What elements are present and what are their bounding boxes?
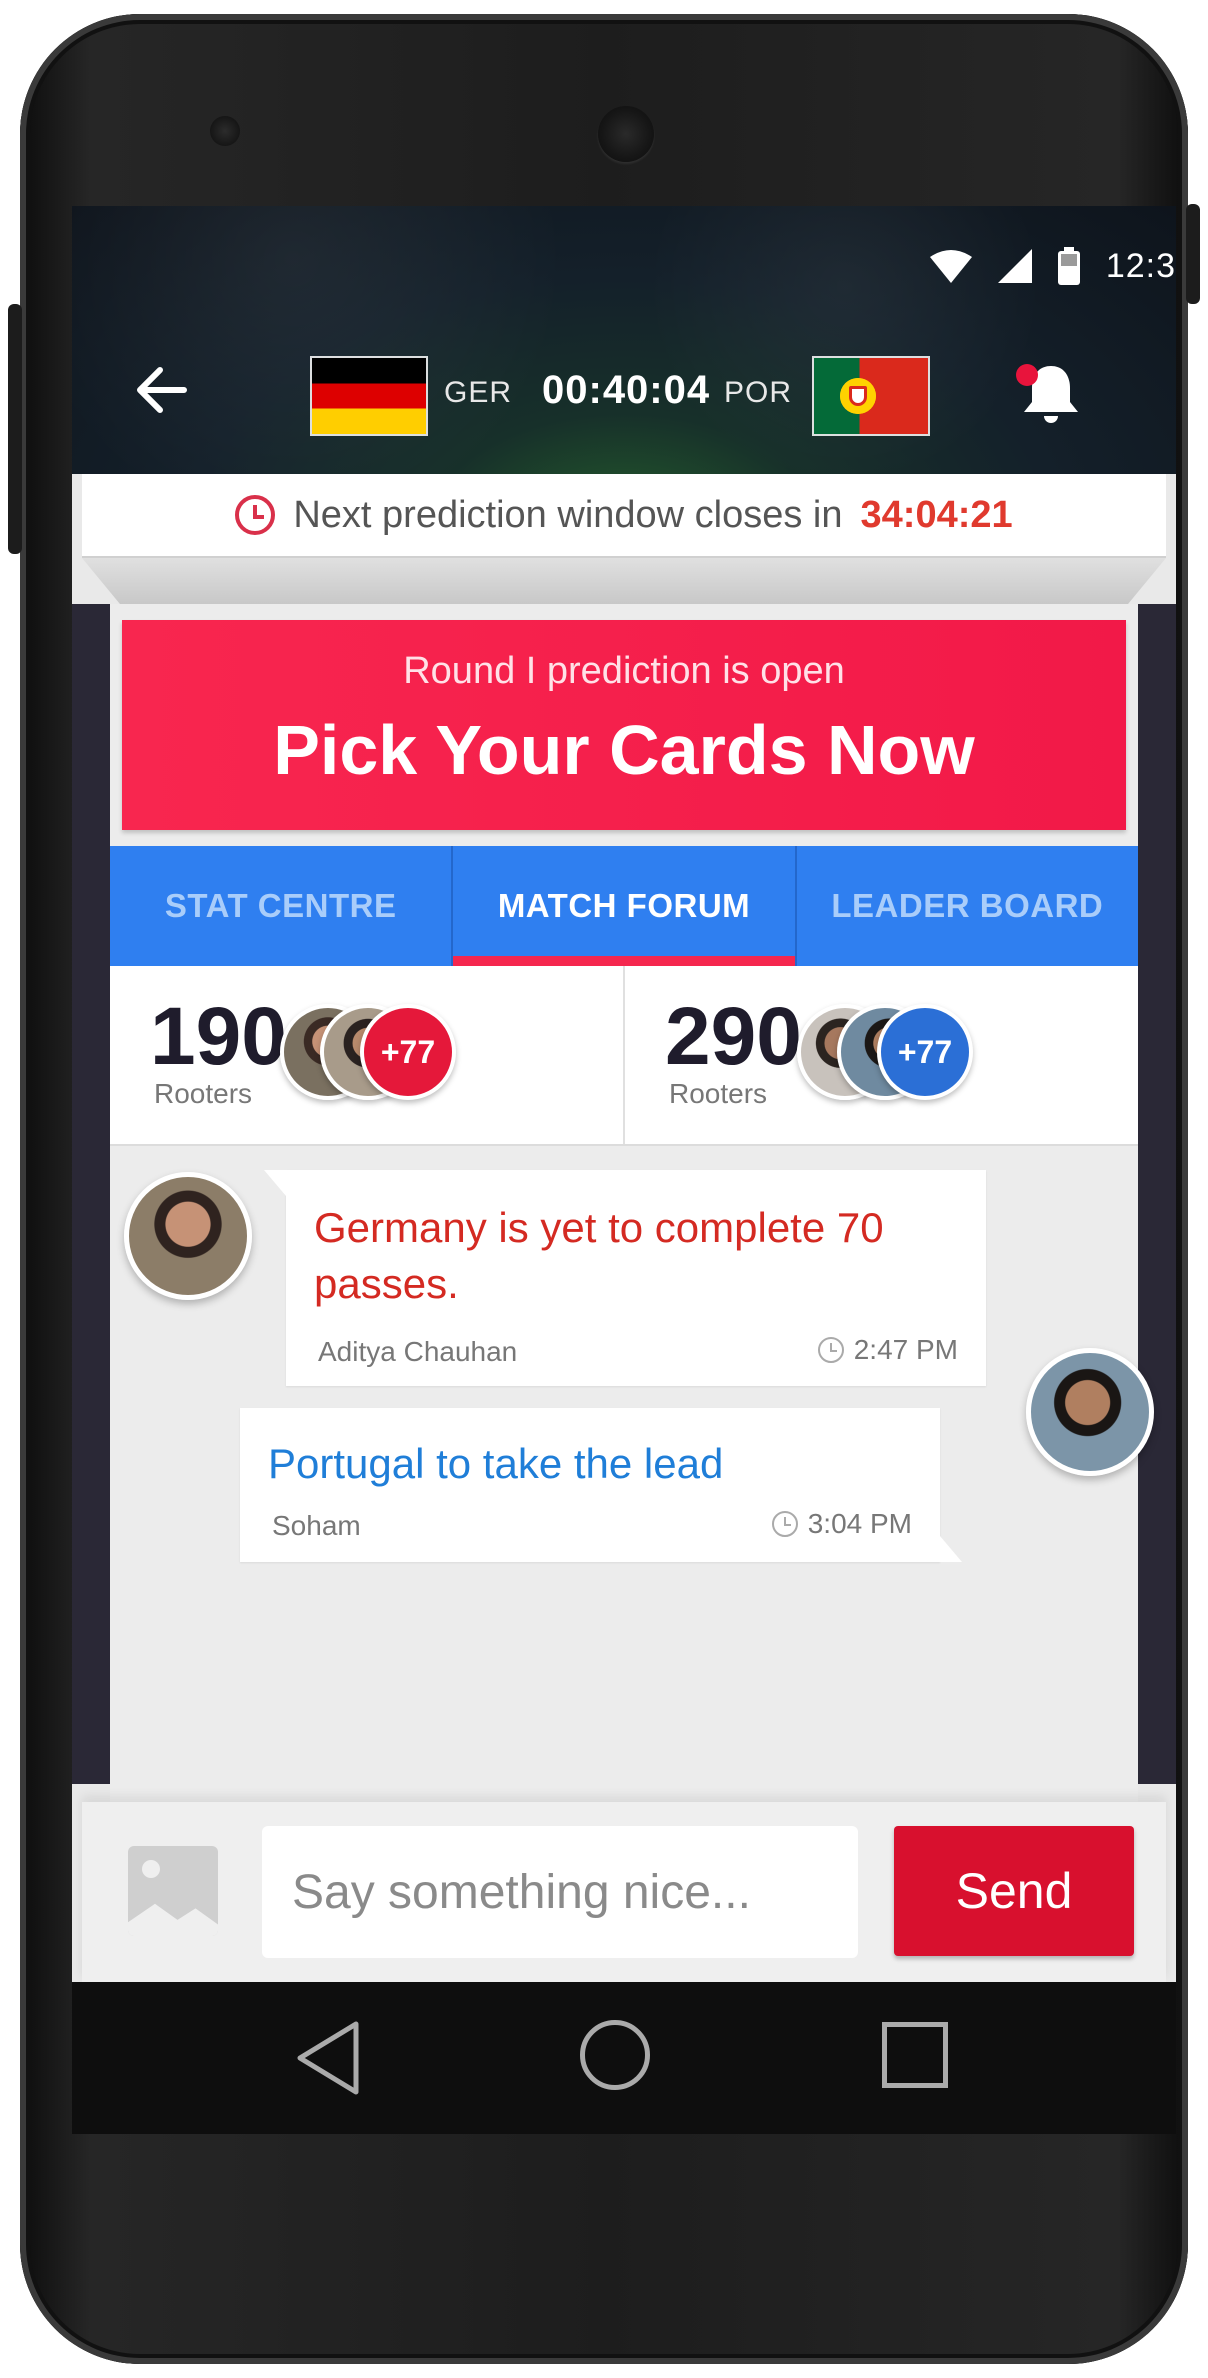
prediction-countdown: 34:04:21 <box>860 493 1013 536</box>
germany-flag <box>312 358 426 434</box>
banner-subtitle: Round I prediction is open <box>403 650 845 692</box>
back-arrow-icon[interactable] <box>130 358 194 422</box>
message-composer: Send <box>82 1802 1166 1982</box>
earpiece-speaker <box>598 106 654 162</box>
home-team-code: GER <box>444 376 513 409</box>
away-rooters-count: 290 <box>665 991 802 1082</box>
forum-panel: Round I prediction is open Pick Your Car… <box>110 604 1154 1804</box>
prediction-window-strip: Next prediction window closes in 34:04:2… <box>82 474 1166 556</box>
message-text: Portugal to take the lead <box>268 1440 724 1487</box>
away-rooters[interactable]: 290 Rooters +77 <box>623 966 1138 1144</box>
tab-bar: STAT CENTRE MATCH FORUM LEADER BOARD <box>110 846 1138 966</box>
nav-recents-icon[interactable] <box>882 2022 948 2088</box>
power-button <box>1186 204 1200 304</box>
volume-button <box>8 304 22 554</box>
image-icon[interactable] <box>128 1846 218 1936</box>
message-input[interactable] <box>262 1826 858 1958</box>
pick-cards-banner[interactable]: Round I prediction is open Pick Your Car… <box>122 620 1126 830</box>
message-time: 2:47 PM <box>853 1334 958 1365</box>
away-rooters-label: Rooters <box>669 1078 768 1109</box>
send-button[interactable]: Send <box>894 1826 1134 1956</box>
nav-home-icon[interactable] <box>580 2020 650 2090</box>
message-timestamp: 3:04 PM <box>771 1508 912 1540</box>
match-clock: 00:40:04 <box>542 368 711 412</box>
signal-icon <box>997 249 1032 283</box>
strip-ledge <box>82 558 1166 604</box>
more-rooters-badge: +77 <box>360 1004 456 1100</box>
match-header: 12:3 GER 00:40:04 POR <box>72 206 1176 474</box>
phone-frame: 12:3 GER 00:40:04 POR Next prediction wi… <box>8 14 1200 2364</box>
tab-match-forum[interactable]: MATCH FORUM <box>451 846 795 966</box>
chat-message: Germany is yet to complete 70 passes. Ad… <box>264 1170 986 1386</box>
away-team-code: POR <box>724 376 793 409</box>
home-rooters-label: Rooters <box>154 1078 253 1109</box>
side-gutter-left <box>72 604 110 1784</box>
home-rooters-count: 190 <box>150 991 287 1082</box>
message-time: 3:04 PM <box>807 1508 912 1539</box>
chat-message: Portugal to take the lead Soham 3:04 PM <box>240 1408 962 1562</box>
android-nav-bar <box>72 1982 1176 2134</box>
avatar[interactable] <box>1026 1348 1154 1476</box>
screen: 12:3 GER 00:40:04 POR Next prediction wi… <box>72 206 1176 2134</box>
more-rooters-badge: +77 <box>877 1004 973 1100</box>
nav-back-icon[interactable] <box>292 2018 362 2098</box>
status-time: 12:3 <box>1105 246 1176 285</box>
notification-dot <box>1016 364 1038 386</box>
message-timestamp: 2:47 PM <box>817 1334 958 1366</box>
rooters-bar: 190 Rooters +77 290 Rooters +77 <box>110 966 1138 1146</box>
prediction-label: Next prediction window closes in <box>293 493 843 536</box>
message-text: Germany is yet to complete 70 passes. <box>314 1204 884 1307</box>
message-author: Soham <box>272 1510 361 1541</box>
side-gutter-right <box>1138 604 1176 1784</box>
tab-stat-centre[interactable]: STAT CENTRE <box>110 846 451 966</box>
score-bar: GER 00:40:04 POR <box>72 336 1176 446</box>
clock-icon <box>235 495 276 535</box>
portugal-flag <box>814 358 928 434</box>
avatar[interactable] <box>124 1172 252 1300</box>
home-rooters[interactable]: 190 Rooters +77 <box>110 966 623 1144</box>
tab-leader-board[interactable]: LEADER BOARD <box>794 846 1138 966</box>
message-author: Aditya Chauhan <box>318 1336 518 1367</box>
banner-title: Pick Your Cards Now <box>273 711 975 789</box>
clock-icon <box>817 1337 844 1363</box>
front-camera <box>210 116 240 146</box>
battery-icon <box>1057 247 1080 285</box>
bell-icon[interactable] <box>1016 358 1086 428</box>
clock-icon <box>771 1511 798 1537</box>
wifi-icon <box>929 250 972 283</box>
status-bar: 12:3 <box>929 236 1176 296</box>
